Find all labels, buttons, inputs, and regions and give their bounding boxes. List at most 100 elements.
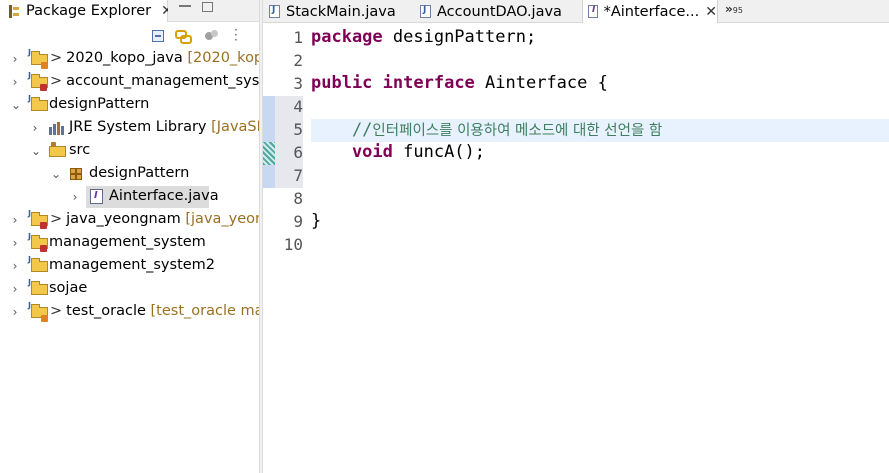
- tree-item-label: src: [69, 142, 91, 158]
- tree-item-2020-kopo-java[interactable]: › >2020_kopo_java [2020_kopo_: [0, 48, 259, 71]
- comment-slashes: //: [311, 120, 373, 140]
- overflow-count: 95: [732, 6, 743, 15]
- chevron-down-icon[interactable]: ⌄: [31, 145, 41, 157]
- chevron-right-icon[interactable]: ›: [11, 283, 19, 295]
- close-icon[interactable]: ✕: [705, 4, 717, 20]
- chevron-right-icon[interactable]: ›: [11, 260, 19, 272]
- line-number: 9: [293, 212, 303, 231]
- code-line-3: public interface Ainterface {: [311, 73, 608, 93]
- tree-item-label: account_management_syster: [66, 73, 259, 89]
- package-icon: [70, 168, 82, 180]
- java-file-icon: [269, 5, 280, 18]
- overflow-chevron-icon: »: [725, 2, 733, 16]
- code-editor[interactable]: 1 2 3 4 5 6 7 8 9 10 package designPatte…: [263, 23, 889, 473]
- library-icon: [49, 122, 66, 135]
- interface-file-icon: [90, 189, 103, 204]
- keyword: package: [311, 27, 383, 47]
- code-line-9: }: [311, 211, 321, 231]
- minimize-icon[interactable]: [179, 5, 191, 7]
- code-text: funcA();: [392, 142, 486, 162]
- tree-item-label: test_oracle: [66, 303, 146, 319]
- tree-item-java-yeongnam[interactable]: › >java_yeongnam [java_yeong: [0, 209, 259, 232]
- java-project-icon: [28, 255, 48, 272]
- tree-item-label: sojae: [49, 280, 88, 296]
- java-project-error-icon: [28, 209, 48, 229]
- line-number: 10: [283, 235, 303, 254]
- editor-tab-bar: StackMain.java AccountDAO.java *Ainterfa…: [263, 0, 889, 23]
- view-menu-icon[interactable]: · · ·: [234, 24, 238, 46]
- jre-version-decoration: [JavaSE-: [211, 119, 259, 135]
- chevron-down-icon[interactable]: ⌄: [51, 168, 61, 180]
- package-explorer-title: Package Explorer: [26, 3, 152, 19]
- java-project-icon: [28, 301, 48, 322]
- collapse-all-icon[interactable]: [152, 30, 164, 42]
- tree-item-management-system[interactable]: › management_system: [0, 232, 259, 255]
- explorer-toolbar: · · ·: [0, 22, 259, 48]
- tree-item-test-oracle[interactable]: › >test_oracle [test_oracle mast: [0, 301, 259, 324]
- keyword: public: [311, 73, 373, 93]
- comment-text: 인터페이스를 이용하여 메소드에 대한 선언을 함: [372, 123, 663, 139]
- tree-item-account-management[interactable]: › >account_management_syster: [0, 71, 259, 94]
- chevron-right-icon[interactable]: ›: [71, 191, 79, 203]
- tree-item-label: designPattern: [89, 165, 190, 181]
- code-text: }: [311, 211, 322, 231]
- tree-item-management-system2[interactable]: › management_system2: [0, 255, 259, 278]
- tree-item-label: 2020_kopo_java: [66, 50, 183, 66]
- change-marker: [263, 142, 275, 165]
- package-explorer-tab[interactable]: Package Explorer ✕: [0, 0, 173, 22]
- line-number: 1: [293, 28, 303, 47]
- view-controls: [168, 0, 259, 22]
- maximize-icon[interactable]: [202, 2, 213, 12]
- java-project-icon: [28, 94, 48, 111]
- tree-item-label: designPattern: [49, 96, 150, 112]
- line-number: 3: [293, 74, 303, 93]
- tab-label: AccountDAO.java: [437, 3, 562, 20]
- change-marker: [263, 165, 275, 188]
- code-text: Ainterface {: [474, 73, 608, 93]
- chevron-right-icon[interactable]: ›: [11, 53, 19, 65]
- package-explorer-icon: [9, 4, 19, 18]
- line-number: 2: [293, 51, 303, 70]
- line-number: 5: [293, 120, 303, 139]
- tab-label: StackMain.java: [286, 3, 396, 20]
- line-number: 8: [293, 189, 303, 208]
- line-number: 4: [293, 97, 303, 116]
- tree-item-designpattern-project[interactable]: ⌄ designPattern: [0, 94, 259, 117]
- line-number: 6: [293, 143, 303, 162]
- chevron-right-icon[interactable]: ›: [11, 76, 19, 88]
- chevron-right-icon[interactable]: ›: [31, 122, 39, 134]
- java-project-icon: [28, 48, 48, 69]
- chevron-right-icon[interactable]: ›: [11, 306, 19, 318]
- tree-item-label: management_system2: [49, 257, 216, 273]
- code-line-5: //인터페이스를 이용하여 메소드에 대한 선언을 함: [311, 119, 662, 140]
- tree-item-label: management_system: [49, 234, 206, 250]
- link-with-editor-icon[interactable]: [175, 30, 192, 44]
- keyword: void: [311, 142, 393, 162]
- git-decoration: [java_yeong: [185, 211, 259, 227]
- tab-overflow-button[interactable]: »95: [725, 2, 743, 16]
- tree-item-src[interactable]: ⌄ src: [0, 140, 259, 163]
- tab-ainterface-java[interactable]: *Ainterface... ✕: [582, 0, 718, 23]
- tab-accountdao-java[interactable]: AccountDAO.java: [417, 0, 582, 23]
- chevron-right-icon[interactable]: ›: [11, 214, 19, 226]
- git-dirty-marker: >: [50, 211, 63, 227]
- keyword: interface: [382, 73, 475, 93]
- code-line-6: void funcA();: [311, 142, 485, 162]
- git-dirty-marker: >: [50, 50, 63, 66]
- git-decoration: [test_oracle mast: [150, 303, 259, 319]
- interface-file-icon: [588, 5, 598, 18]
- code-line-1: package designPattern;: [311, 27, 536, 47]
- tree-item-designpattern-package[interactable]: ⌄ designPattern: [0, 163, 259, 186]
- source-folder-icon: [49, 142, 66, 157]
- tab-stackmain-java[interactable]: StackMain.java: [269, 0, 417, 23]
- chevron-down-icon[interactable]: ⌄: [11, 99, 21, 111]
- focus-active-task-icon[interactable]: [205, 30, 219, 42]
- tree-item-jre-system-library[interactable]: › JRE System Library [JavaSE-: [0, 117, 259, 140]
- java-project-error-icon: [28, 232, 48, 252]
- tab-label: *Ainterface...: [603, 3, 700, 20]
- tree-item-ainterface-java[interactable]: › Ainterface.java: [0, 186, 259, 209]
- chevron-right-icon[interactable]: ›: [11, 237, 19, 249]
- tree-item-label: java_yeongnam: [66, 211, 181, 227]
- tree-item-sojae[interactable]: › sojae: [0, 278, 259, 301]
- java-project-error-icon: [28, 71, 48, 91]
